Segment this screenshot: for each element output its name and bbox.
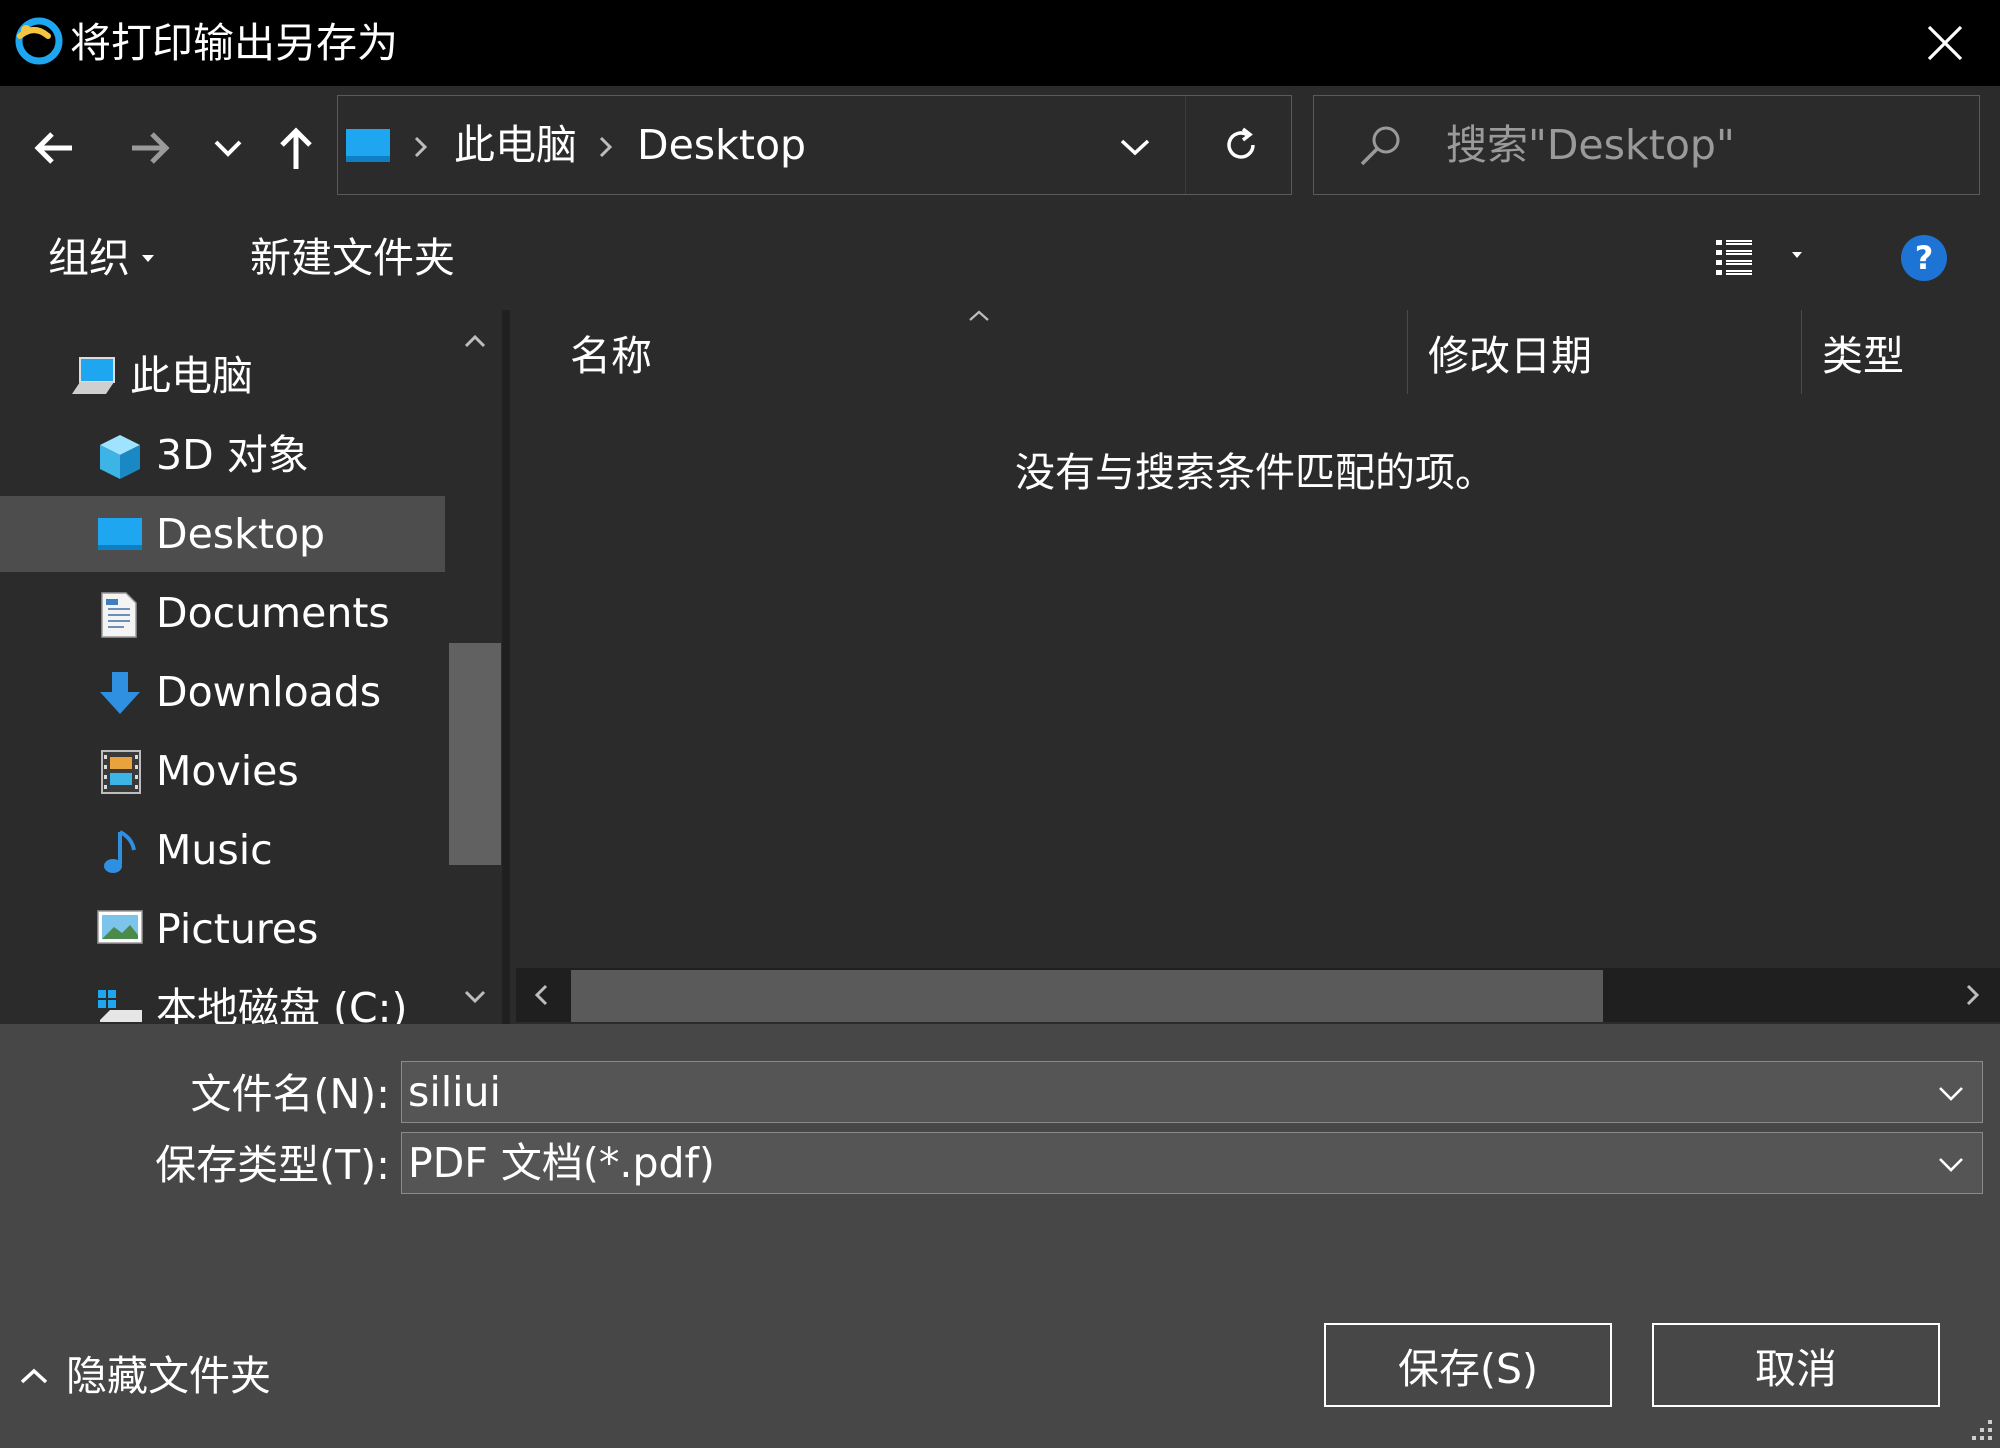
sort-ascending-icon bbox=[966, 308, 992, 324]
help-button[interactable]: ? bbox=[1900, 234, 1948, 282]
breadcrumb-separator-icon bbox=[411, 132, 431, 162]
column-divider[interactable] bbox=[1801, 310, 1802, 394]
column-header-name[interactable]: 名称 bbox=[570, 310, 652, 402]
nav-item-documents[interactable]: Documents bbox=[0, 575, 445, 651]
forward-button[interactable] bbox=[118, 108, 182, 188]
refresh-icon bbox=[1227, 127, 1255, 159]
recent-locations-button[interactable] bbox=[206, 108, 250, 188]
computer-icon bbox=[70, 354, 115, 398]
filename-combobox[interactable]: siliui bbox=[401, 1061, 1983, 1123]
breadcrumb-separator-icon bbox=[596, 132, 616, 162]
new-folder-button[interactable]: 新建文件夹 bbox=[250, 206, 455, 310]
nav-item-music[interactable]: Music bbox=[0, 812, 445, 888]
up-button[interactable] bbox=[270, 108, 322, 188]
chevron-down-icon bbox=[1120, 139, 1150, 156]
filetype-select[interactable]: PDF 文档(*.pdf) bbox=[401, 1132, 1983, 1194]
close-button[interactable] bbox=[1905, 8, 1985, 78]
back-button[interactable] bbox=[22, 108, 86, 188]
documents-icon bbox=[98, 591, 142, 638]
column-divider[interactable] bbox=[1407, 310, 1408, 394]
music-icon bbox=[100, 828, 144, 873]
nav-item-desktop[interactable]: Desktop bbox=[0, 496, 445, 572]
organize-menu[interactable]: 组织 bbox=[48, 206, 130, 310]
nav-item-pictures[interactable]: Pictures bbox=[0, 891, 445, 967]
downloads-icon bbox=[98, 670, 142, 714]
hide-folders-toggle[interactable]: 隐藏文件夹 bbox=[12, 1346, 272, 1406]
scroll-left-button[interactable] bbox=[522, 980, 562, 1010]
breadcrumb-desktop[interactable]: Desktop bbox=[637, 95, 806, 195]
help-icon: ? bbox=[1901, 235, 1947, 281]
nav-item-movies[interactable]: Movies bbox=[0, 733, 445, 809]
search-icon bbox=[1356, 122, 1404, 170]
movies-icon bbox=[100, 749, 144, 794]
desktop-folder-icon bbox=[96, 512, 142, 556]
pictures-icon bbox=[96, 907, 143, 951]
chevron-right-icon bbox=[1966, 984, 1980, 1006]
nav-scroll-thumb[interactable] bbox=[449, 643, 501, 865]
filename-input[interactable]: siliui bbox=[408, 1062, 501, 1122]
3d-objects-icon bbox=[96, 433, 140, 479]
save-button[interactable]: 保存(S) bbox=[1324, 1323, 1612, 1407]
nav-item-downloads[interactable]: Downloads bbox=[0, 654, 445, 730]
caret-down-icon bbox=[140, 252, 156, 264]
address-dropdown-button[interactable] bbox=[1110, 125, 1160, 169]
nav-item-3d-objects[interactable]: 3D 对象 bbox=[0, 417, 445, 493]
svg-text:?: ? bbox=[1915, 239, 1934, 277]
close-icon bbox=[1927, 25, 1963, 61]
arrow-up-icon bbox=[280, 127, 312, 169]
filetype-label: 保存类型(T): bbox=[155, 1141, 390, 1189]
chevron-up-icon bbox=[464, 334, 486, 348]
view-options-button[interactable] bbox=[1706, 230, 1806, 286]
arrow-left-icon bbox=[34, 132, 72, 164]
cancel-button[interactable]: 取消 bbox=[1652, 1323, 1940, 1407]
chevron-left-icon bbox=[534, 984, 548, 1006]
drive-icon bbox=[96, 986, 142, 1024]
column-header-type[interactable]: 类型 bbox=[1822, 310, 1904, 402]
pane-divider[interactable] bbox=[502, 310, 510, 1024]
details-view-icon bbox=[1716, 240, 1802, 275]
breadcrumb-this-pc[interactable]: 此电脑 bbox=[454, 95, 577, 195]
chevron-down-icon[interactable] bbox=[1934, 1076, 1968, 1110]
organize-label: 组织 bbox=[48, 234, 130, 282]
file-list[interactable] bbox=[510, 310, 2000, 1024]
empty-results-message: 没有与搜索条件匹配的项。 bbox=[1015, 450, 1495, 496]
arrow-right-icon bbox=[132, 132, 170, 164]
nav-scroll-down-button[interactable] bbox=[455, 982, 495, 1012]
address-divider bbox=[1185, 96, 1186, 194]
hide-folders-label: 隐藏文件夹 bbox=[66, 1352, 271, 1400]
nav-scroll-up-button[interactable] bbox=[455, 326, 495, 356]
chevron-down-icon[interactable] bbox=[1934, 1147, 1968, 1181]
window-title: 将打印输出另存为 bbox=[70, 19, 398, 67]
horizontal-scroll-thumb[interactable] bbox=[571, 970, 1603, 1022]
filetype-value: PDF 文档(*.pdf) bbox=[408, 1139, 715, 1187]
chevron-up-icon bbox=[20, 1368, 48, 1384]
scroll-right-button[interactable] bbox=[1952, 980, 1992, 1010]
desktop-location-icon bbox=[345, 128, 391, 164]
filename-label: 文件名(N): bbox=[190, 1070, 390, 1118]
chevron-down-icon bbox=[214, 140, 242, 157]
app-icon bbox=[12, 14, 66, 68]
nav-item-this-pc[interactable]: 此电脑 bbox=[0, 338, 445, 414]
resize-grip-icon[interactable] bbox=[1966, 1414, 1996, 1444]
chevron-down-icon bbox=[464, 990, 486, 1004]
nav-item-local-disk-c[interactable]: 本地磁盘 (C:) bbox=[0, 970, 445, 1024]
search-input[interactable]: 搜索"Desktop" bbox=[1446, 95, 1735, 195]
refresh-button[interactable] bbox=[1196, 98, 1286, 192]
column-header-date-modified[interactable]: 修改日期 bbox=[1428, 310, 1592, 402]
